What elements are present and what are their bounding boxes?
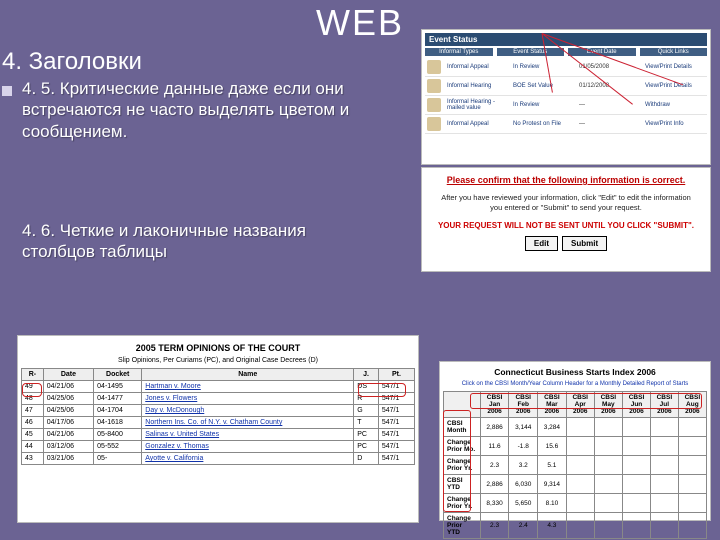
table-row: 4904/21/0604-1495Hartman v. MooreDS547/1: [22, 381, 415, 393]
biz-title: Connecticut Business Starts Index 2006: [443, 367, 707, 377]
cell: In Review: [513, 102, 575, 108]
person-icon: [427, 79, 441, 93]
person-icon: [427, 117, 441, 131]
screenshot-court-opinions: 2005 TERM OPINIONS OF THE COURT Slip Opi…: [18, 336, 418, 522]
table-row: 4504/21/0605-8400Salinas v. United State…: [22, 429, 415, 441]
event-status-header: Event Status: [425, 33, 707, 46]
confirm-body: After you have reviewed your information…: [437, 193, 695, 213]
confirm-warning: YOUR REQUEST WILL NOT BE SENT UNTIL YOU …: [425, 221, 707, 230]
paragraph-4-5: 4. 5. Критические данные даже если они в…: [22, 78, 382, 142]
person-icon: [427, 98, 441, 112]
biz-subtitle: Click on the CBSI Month/Year Column Head…: [443, 381, 707, 387]
table-row: CBSI YTD2,8866,0309,314: [444, 475, 707, 494]
table-row: 4403/12/0605-552Gonzalez v. ThomasPC547/…: [22, 441, 415, 453]
event-status-row: Informal AppealIn Review01/05/2008View/P…: [425, 58, 707, 77]
cell: Withdraw: [645, 102, 707, 108]
col-event-status: Event Status: [497, 48, 565, 56]
cell: View/Print Details: [645, 64, 707, 70]
col-quick-links: Quick Links: [640, 48, 708, 56]
court-table: R-DateDocketNameJ.Pt. 4904/21/0604-1495H…: [21, 368, 415, 465]
person-icon: [427, 60, 441, 74]
court-col-header: Date: [43, 369, 93, 381]
biz-col-header: CBSI Jul 2006: [651, 392, 679, 418]
table-row: 4303/21/0605-Ayotte v. CaliforniaD547/1: [22, 453, 415, 465]
event-status-row: Informal HearingBOE Set Value01/12/2008V…: [425, 77, 707, 96]
cell: Informal Hearing: [447, 83, 509, 89]
biz-col-header: CBSI Jan 2006: [480, 392, 509, 418]
cell: BOE Set Value: [513, 83, 575, 89]
biz-col-header: CBSI Aug 2006: [678, 392, 706, 418]
event-status-row: Informal Hearing - mailed value In Review…: [425, 96, 707, 115]
cell: View/Print Info: [645, 121, 707, 127]
table-row: CBSI Month2,8863,1443,284: [444, 418, 707, 437]
court-col-header: R-: [22, 369, 44, 381]
biz-col-header: CBSI Mar 2006: [538, 392, 567, 418]
table-row: Change Prior Yr.2.33.25.1: [444, 456, 707, 475]
event-status-row: Informal Appeal No Protest on File — View/P…: [425, 115, 707, 134]
confirm-title: Please confirm that the following inform…: [425, 175, 707, 185]
submit-button[interactable]: Submit: [562, 236, 607, 251]
court-col-header: Pt.: [378, 369, 414, 381]
screenshot-confirm: Please confirm that the following inform…: [422, 168, 710, 271]
table-row: 4804/25/0604-1477Jones v. FlowersR547/1: [22, 393, 415, 405]
table-row: 4704/25/0604-1704Day v. McDonoughG547/1: [22, 405, 415, 417]
table-row: Change Prior Mo.11.6-1.815.6: [444, 437, 707, 456]
paragraph-4-6: 4. 6. Четкие и лаконичные названия столб…: [22, 220, 362, 263]
biz-col-header: CBSI Apr 2006: [566, 392, 594, 418]
cell: Informal Hearing - mailed value: [447, 99, 509, 111]
court-col-header: Docket: [94, 369, 142, 381]
biz-col-header: CBSI Feb 2006: [509, 392, 538, 418]
screenshot-event-status: Event Status Informal Types Event Status…: [422, 30, 710, 164]
biz-col-header: CBSI May 2006: [594, 392, 622, 418]
cell: View/Print Details: [645, 83, 707, 89]
cell: Informal Appeal: [447, 64, 509, 70]
screenshot-business-index: Connecticut Business Starts Index 2006 C…: [440, 362, 710, 520]
cell: No Protest on File: [513, 121, 575, 127]
edit-button[interactable]: Edit: [525, 236, 558, 251]
table-row: Change Prior YTD2.32.44.3: [444, 513, 707, 539]
court-subtitle: Slip Opinions, Per Curiams (PC), and Ori…: [21, 357, 415, 364]
court-title: 2005 TERM OPINIONS OF THE COURT: [21, 343, 415, 353]
cell: In Review: [513, 64, 575, 70]
col-informal-types: Informal Types: [425, 48, 493, 56]
table-row: Change Prior Yr.8,3305,6508.10: [444, 494, 707, 513]
cell: Informal Appeal: [447, 121, 509, 127]
cell: —: [579, 121, 641, 127]
biz-col-header: [444, 392, 481, 418]
court-col-header: Name: [142, 369, 354, 381]
table-row: 4604/17/0604-1618Northern Ins. Co. of N.…: [22, 417, 415, 429]
biz-table: CBSI Jan 2006CBSI Feb 2006CBSI Mar 2006C…: [443, 391, 707, 539]
bullet-icon: [2, 86, 12, 96]
biz-col-header: CBSI Jun 2006: [622, 392, 650, 418]
court-col-header: J.: [354, 369, 379, 381]
